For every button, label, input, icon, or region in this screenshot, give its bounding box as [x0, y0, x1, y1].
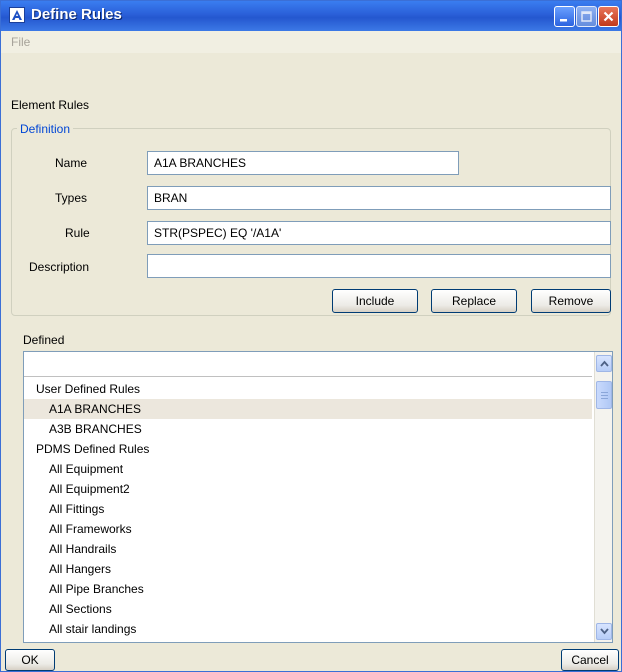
list-group-header[interactable]: User Defined Rules: [24, 379, 592, 399]
list-item[interactable]: All Pipe Branches: [24, 579, 592, 599]
name-field[interactable]: A1A BRANCHES: [147, 151, 459, 175]
defined-label: Defined: [23, 333, 65, 347]
maximize-icon[interactable]: [576, 6, 597, 27]
scroll-down-icon[interactable]: [596, 623, 612, 640]
list-item[interactable]: All Frameworks: [24, 519, 592, 539]
list-item[interactable]: All Sections: [24, 599, 592, 619]
definition-group-title: Definition: [17, 122, 74, 136]
ok-button[interactable]: OK: [5, 649, 55, 671]
defined-rules-list[interactable]: User Defined Rules A1A BRANCHES A3B BRANCH…: [23, 351, 613, 643]
description-field[interactable]: [147, 254, 611, 278]
list-item[interactable]: All Hangers: [24, 559, 592, 579]
section-title: Element Rules: [11, 98, 90, 112]
list-item[interactable]: All stair landings: [24, 619, 592, 639]
description-label: Description: [29, 260, 90, 274]
cancel-button[interactable]: Cancel: [561, 649, 619, 671]
rule-label: Rule: [65, 226, 90, 240]
list-item[interactable]: All Equipment: [24, 459, 592, 479]
list-item[interactable]: All Equipment2: [24, 479, 592, 499]
minimize-icon[interactable]: [554, 6, 575, 27]
rule-field[interactable]: STR(PSPEC) EQ '/A1A': [147, 221, 611, 245]
define-rules-window: Define Rules File Element Rules Definiti…: [0, 0, 622, 672]
vertical-scrollbar[interactable]: [594, 352, 612, 642]
replace-button[interactable]: Replace: [431, 289, 517, 313]
list-item[interactable]: All Fittings: [24, 499, 592, 519]
window-title: Define Rules: [31, 6, 122, 23]
name-label: Name: [55, 156, 88, 170]
types-label: Types: [55, 191, 88, 205]
scroll-up-icon[interactable]: [596, 355, 612, 372]
menu-bar: File: [1, 31, 621, 53]
remove-button[interactable]: Remove: [531, 289, 611, 313]
menu-file[interactable]: File: [11, 35, 30, 49]
title-bar[interactable]: Define Rules: [1, 1, 621, 31]
include-button[interactable]: Include: [332, 289, 418, 313]
list-group-header[interactable]: PDMS Defined Rules: [24, 439, 592, 459]
close-icon[interactable]: [598, 6, 619, 27]
list-item[interactable]: A3B BRANCHES: [24, 419, 592, 439]
app-logo-icon: [9, 7, 25, 23]
scroll-thumb[interactable]: [596, 381, 612, 409]
types-field[interactable]: BRAN: [147, 186, 611, 210]
list-item[interactable]: All Handrails: [24, 539, 592, 559]
list-item[interactable]: A1A BRANCHES: [24, 399, 592, 419]
list-column-header: [24, 352, 592, 377]
